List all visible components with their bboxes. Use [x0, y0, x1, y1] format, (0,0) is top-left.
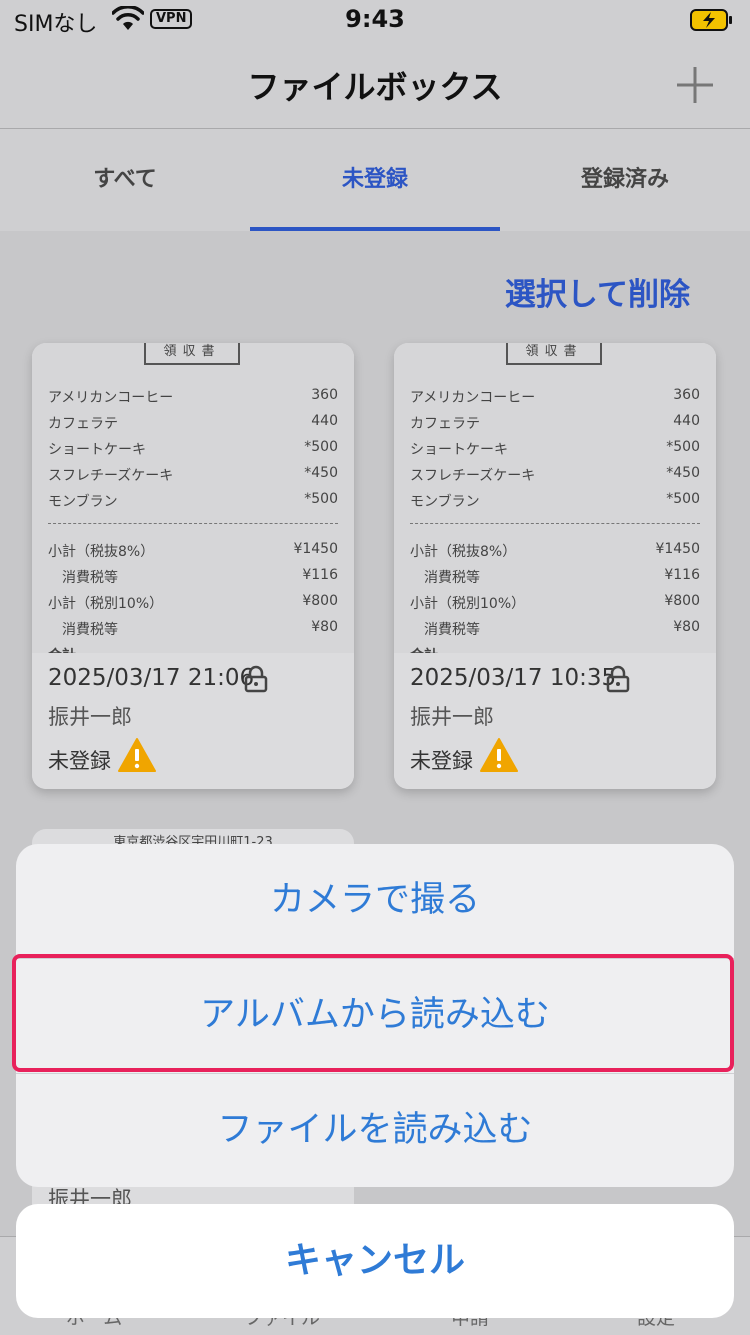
receipt-header: 領収書 — [144, 343, 240, 365]
receipt-row: ショートケーキ *500 — [48, 439, 338, 458]
cancel-button[interactable]: キャンセル — [16, 1204, 734, 1318]
card-info: 2025/03/17 21:06 振井一郎 未登録 — [32, 653, 354, 789]
battery-charging-icon — [690, 9, 732, 31]
receipt-row: 消費税等 ¥80 — [48, 619, 338, 638]
receipt-total: 合計 — [48, 645, 338, 653]
receipt-row: スフレチーズケーキ *450 — [48, 465, 338, 484]
receipt-row: アメリカンコーヒー 360 — [48, 387, 338, 406]
receipt-divider — [410, 523, 700, 524]
receipt-row: 消費税等 ¥116 — [48, 567, 338, 586]
status-bar: SIMなし VPN 9:43 — [0, 0, 750, 40]
receipt-divider — [48, 523, 338, 524]
receipt-row: モンブラン *500 — [410, 491, 700, 510]
file-date: 2025/03/17 10:35 — [410, 665, 617, 691]
file-card[interactable]: 領収書 アメリカンコーヒー 360 カフェラテ 440 ショートケーキ *500 スフ… — [32, 343, 354, 789]
receipt-row: アメリカンコーヒー 360 — [410, 387, 700, 406]
receipt-row: ショートケーキ *500 — [410, 439, 700, 458]
receipt-row: 消費税等 ¥116 — [410, 567, 700, 586]
plus-icon[interactable] — [672, 62, 718, 108]
owner-name: 振井一郎 — [48, 705, 132, 729]
tab-all[interactable]: すべて — [0, 129, 250, 231]
card-info: 2025/03/17 10:35 振井一郎 未登録 — [394, 653, 716, 789]
page-title: ファイルボックス — [247, 68, 503, 106]
receipt-row: スフレチーズケーキ *450 — [410, 465, 700, 484]
receipt-thumbnail: 領収書 アメリカンコーヒー 360 カフェラテ 440 ショートケーキ *500 スフ… — [32, 343, 354, 653]
receipt-row: 小計（税別10%） ¥800 — [48, 593, 338, 612]
receipt-thumbnail: 領収書 アメリカンコーヒー 360 カフェラテ 440 ショートケーキ *500 スフ… — [394, 343, 716, 653]
file-date: 2025/03/17 21:06 — [48, 665, 255, 691]
receipt-total: 合計 — [410, 645, 700, 653]
receipt-row: モンブラン *500 — [48, 491, 338, 510]
receipt-row: 小計（税抜8%） ¥1450 — [410, 541, 700, 560]
navigation-bar: ファイルボックス — [0, 40, 750, 129]
receipt-row: カフェラテ 440 — [48, 413, 338, 432]
filter-tabs: すべて 未登録 登録済み — [0, 129, 750, 231]
clock: 9:43 — [345, 5, 405, 33]
receipt-header: 領収書 — [506, 343, 602, 365]
receipt-row: 小計（税抜8%） ¥1450 — [48, 541, 338, 560]
file-card[interactable]: 領収書 アメリカンコーヒー 360 カフェラテ 440 ショートケーキ *500 スフ… — [394, 343, 716, 789]
lock-icon — [244, 665, 268, 693]
receipt-row: 消費税等 ¥80 — [410, 619, 700, 638]
receipt-row: カフェラテ 440 — [410, 413, 700, 432]
select-delete-button[interactable]: 選択して削除 — [505, 269, 690, 314]
take-photo-button[interactable]: カメラで撮る — [16, 844, 734, 957]
owner-name: 振井一郎 — [410, 705, 494, 729]
status-label: 未登録 — [48, 749, 111, 773]
import-file-button[interactable]: ファイルを読み込む — [16, 1074, 734, 1187]
warning-icon — [480, 738, 518, 772]
tab-unregistered[interactable]: 未登録 — [250, 129, 500, 231]
warning-icon — [118, 738, 156, 772]
receipt-row: 小計（税別10%） ¥800 — [410, 593, 700, 612]
highlight-box — [12, 954, 734, 1072]
tab-registered[interactable]: 登録済み — [500, 129, 750, 231]
lock-icon — [606, 665, 630, 693]
status-label: 未登録 — [410, 749, 473, 773]
